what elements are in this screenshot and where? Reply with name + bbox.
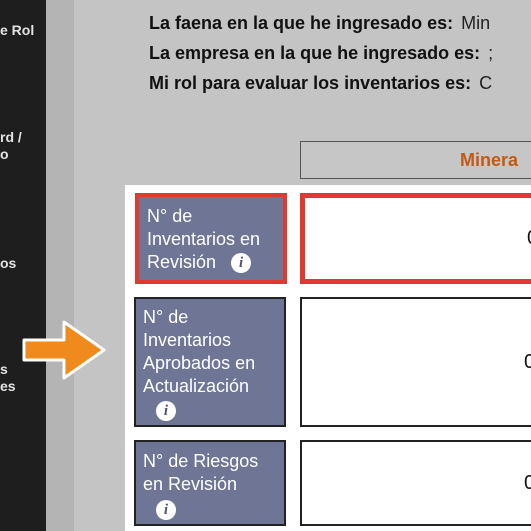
label-line: Revisión i <box>147 251 283 274</box>
info-icon[interactable]: i <box>156 401 176 422</box>
label-line: N° de <box>147 206 193 226</box>
rol-value: C <box>479 73 493 93</box>
info-icon[interactable]: i <box>156 500 176 521</box>
empresa-label: La empresa en la que he ingresado es: <box>149 43 481 63</box>
sidebar-item-label: s <box>0 361 8 377</box>
sidebar-item-dashboard[interactable]: rd / o <box>0 129 22 163</box>
riesgos-revision-value[interactable]: 0 <box>300 440 531 526</box>
inventarios-revision-label: N° de Inventarios en Revisión i <box>135 193 287 284</box>
company-column-header: Minera <box>300 141 531 179</box>
sidebar-item-reportes[interactable]: s es <box>0 361 16 395</box>
inventarios-revision-count: 0 <box>527 227 531 250</box>
empresa-info: La empresa en la que he ingresado es:; <box>149 43 493 64</box>
sidebar-item-label: e Rol <box>0 22 35 38</box>
sidebar-item-inventarios[interactable]: os <box>0 255 16 272</box>
info-icon[interactable]: i <box>231 253 252 274</box>
label-line: Inventarios <box>143 330 232 350</box>
sidebar-item-label: o <box>0 146 9 162</box>
company-column-label: Minera <box>460 150 519 170</box>
empresa-value: ; <box>488 43 494 63</box>
arrow-right-icon <box>22 320 106 380</box>
inventarios-aprobados-value[interactable]: 0 <box>300 297 531 427</box>
label-line: Actualización <box>143 376 250 396</box>
inventarios-revision-value[interactable]: 0 <box>300 193 531 284</box>
inventarios-aprobados-count: 0 <box>524 351 531 373</box>
inventarios-aprobados-label: N° de Inventarios Aprobados en Actualiza… <box>134 297 286 427</box>
riesgos-revision-label: N° de Riesgos en Revisión i <box>134 440 286 526</box>
riesgos-revision-count: 0 <box>524 472 531 494</box>
faena-label: La faena en la que he ingresado es: <box>149 13 454 33</box>
sidebar-item-cambio-rol[interactable]: e Rol <box>0 22 34 39</box>
sidebar-gutter <box>46 0 74 531</box>
faena-value: Min <box>461 13 491 33</box>
sidebar-item-label: rd / <box>0 129 22 145</box>
sidebar-item-label: os <box>0 255 17 271</box>
sidebar: e Rol rd / o os s es <box>0 0 46 531</box>
label-line: Inventarios en <box>147 229 261 249</box>
sidebar-item-label: es <box>0 378 16 394</box>
label-line: en Revisión <box>143 474 238 494</box>
label-line: Aprobados en <box>143 353 256 373</box>
label-line: N° de <box>143 307 189 327</box>
rol-label: Mi rol para evaluar los inventarios es: <box>149 73 472 93</box>
label-line: N° de Riesgos <box>143 451 259 471</box>
rol-info: Mi rol para evaluar los inventarios es: C <box>149 73 492 94</box>
faena-info: La faena en la que he ingresado es: Min <box>149 13 490 34</box>
